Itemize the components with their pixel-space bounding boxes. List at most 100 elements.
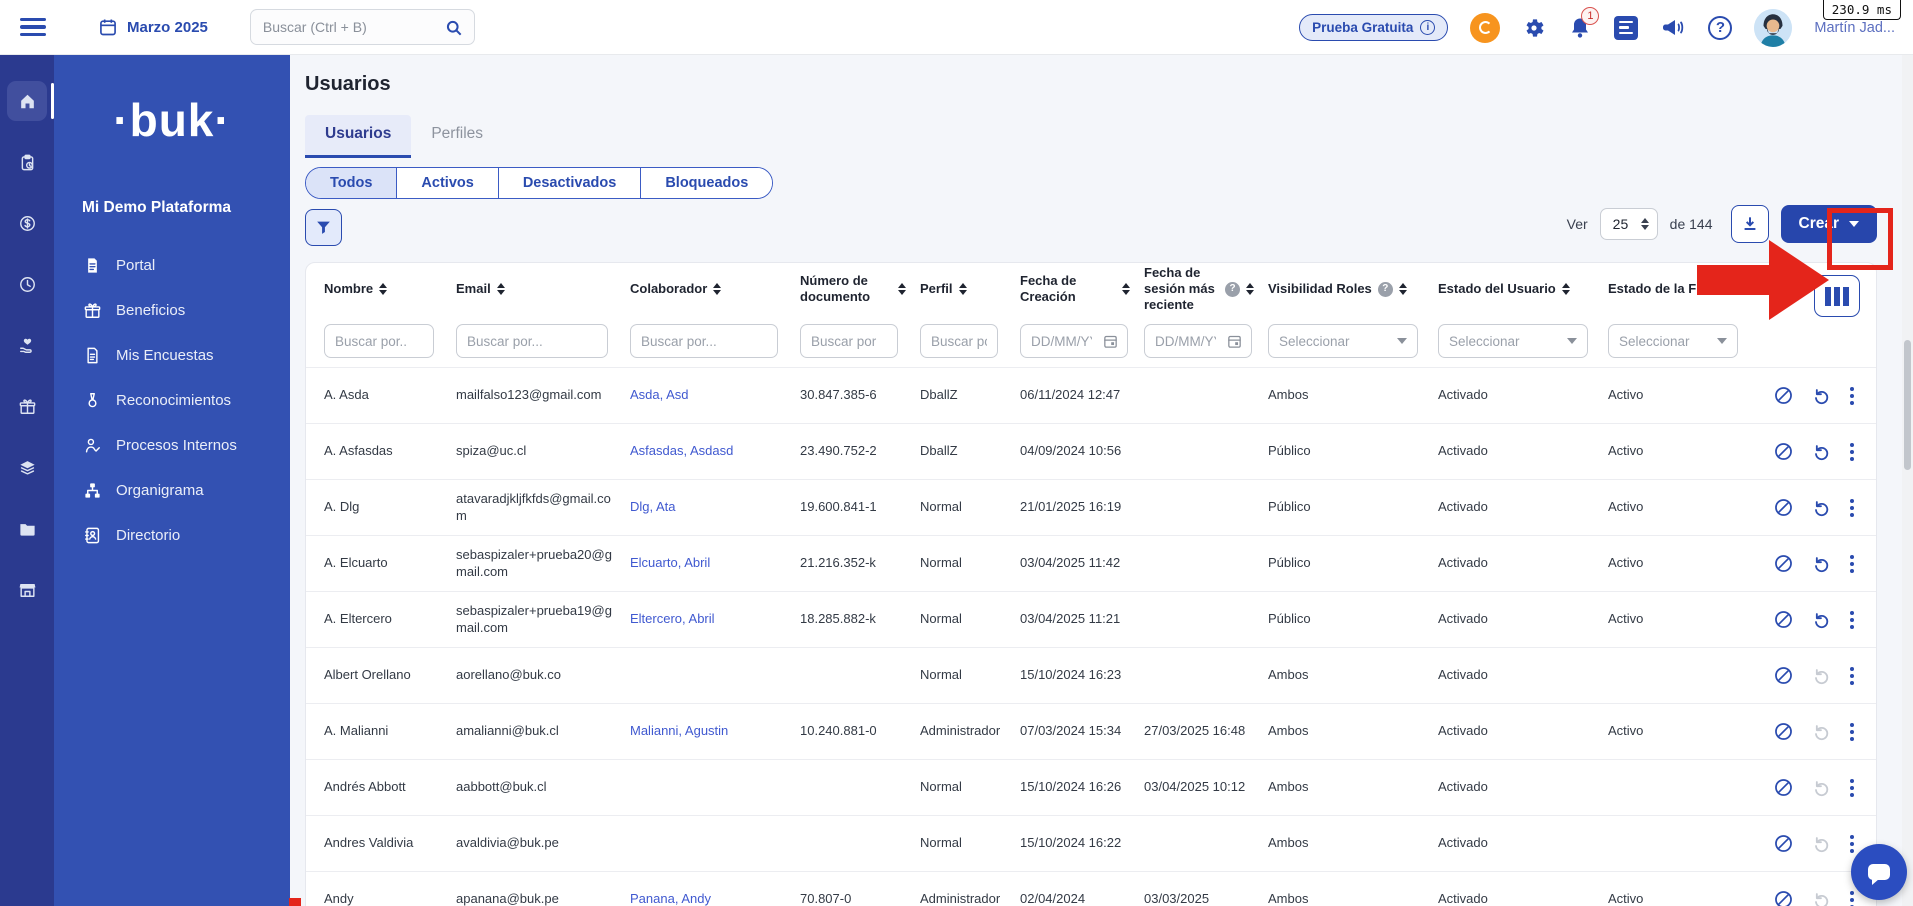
- search-icon[interactable]: [444, 18, 464, 43]
- row-menu-icon[interactable]: [1848, 889, 1856, 906]
- block-user-icon[interactable]: [1773, 553, 1794, 574]
- reset-password-icon[interactable]: [1811, 666, 1831, 686]
- filter-select-10[interactable]: Seleccionar: [1608, 324, 1738, 358]
- column-settings-button[interactable]: [1814, 275, 1860, 317]
- row-menu-icon[interactable]: [1848, 777, 1856, 799]
- chat-fab-button[interactable]: [1851, 844, 1907, 900]
- rail-item-gift[interactable]: [7, 386, 47, 426]
- tab-usuarios[interactable]: Usuarios: [305, 115, 411, 158]
- filter-select-9[interactable]: Seleccionar: [1438, 324, 1588, 358]
- filter-date-7[interactable]: DD/MM/YYYY: [1144, 324, 1252, 358]
- sort-icon[interactable]: [1728, 283, 1736, 295]
- sort-icon[interactable]: [713, 283, 721, 295]
- filter-activos[interactable]: Activos: [397, 168, 498, 198]
- reset-password-icon[interactable]: [1811, 386, 1831, 406]
- row-menu-icon[interactable]: [1848, 553, 1856, 575]
- sidebar-item-organigrama[interactable]: Organigrama: [54, 468, 290, 513]
- filter-input-2[interactable]: [456, 324, 608, 358]
- column-header-4[interactable]: Número de documento: [800, 273, 920, 306]
- block-user-icon[interactable]: [1773, 721, 1794, 742]
- filter-input-5[interactable]: [920, 324, 998, 358]
- column-header-7[interactable]: Fecha de sesión más reciente?: [1144, 265, 1268, 314]
- sort-icon[interactable]: [379, 283, 387, 295]
- reset-password-icon[interactable]: [1811, 722, 1831, 742]
- cell-colaborador[interactable]: Elcuarto, Abril: [630, 555, 800, 572]
- notifications-bell-icon[interactable]: 1: [1568, 16, 1592, 40]
- download-button[interactable]: [1731, 205, 1769, 243]
- column-header-1[interactable]: Nombre: [324, 281, 456, 297]
- column-header-9[interactable]: Estado del Usuario: [1438, 281, 1608, 297]
- reset-password-icon[interactable]: [1811, 778, 1831, 798]
- cell-colaborador[interactable]: Dlg, Ata: [630, 499, 800, 516]
- filter-todos[interactable]: Todos: [306, 168, 397, 198]
- search-input[interactable]: [251, 19, 474, 35]
- column-header-10[interactable]: Estado de la Ficha: [1608, 281, 1758, 297]
- filter-input-1[interactable]: [324, 324, 434, 358]
- cell-colaborador[interactable]: Asfasdas, Asdasd: [630, 443, 800, 460]
- filter-bloqueados[interactable]: Bloqueados: [641, 168, 772, 198]
- block-user-icon[interactable]: [1773, 777, 1794, 798]
- sort-icon[interactable]: [1399, 283, 1407, 295]
- rail-item-hand-heart[interactable]: [7, 325, 47, 365]
- reset-password-icon[interactable]: [1811, 554, 1831, 574]
- sort-icon[interactable]: [898, 283, 906, 295]
- column-header-6[interactable]: Fecha de Creación: [1020, 273, 1144, 306]
- block-user-icon[interactable]: [1773, 497, 1794, 518]
- sidebar-item-procesos-internos[interactable]: Procesos Internos: [54, 423, 290, 468]
- row-menu-icon[interactable]: [1848, 497, 1856, 519]
- block-user-icon[interactable]: [1773, 609, 1794, 630]
- cell-colaborador[interactable]: Asda, Asd: [630, 387, 800, 404]
- page-size-select[interactable]: 25: [1600, 208, 1658, 240]
- sort-icon[interactable]: [497, 283, 505, 295]
- reset-password-icon[interactable]: [1811, 498, 1831, 518]
- row-menu-icon[interactable]: [1848, 441, 1856, 463]
- row-menu-icon[interactable]: [1848, 721, 1856, 743]
- sidebar-item-reconocimientos[interactable]: Reconocimientos: [54, 378, 290, 423]
- block-user-icon[interactable]: [1773, 889, 1794, 906]
- sidebar-item-directorio[interactable]: Directorio: [54, 513, 290, 558]
- hamburger-menu-icon[interactable]: [20, 18, 46, 36]
- row-menu-icon[interactable]: [1848, 833, 1856, 855]
- sidebar-item-mis-encuestas[interactable]: Mis Encuestas: [54, 333, 290, 378]
- trial-button[interactable]: Prueba Gratuita i: [1299, 14, 1448, 41]
- sidebar-item-portal[interactable]: Portal: [54, 243, 290, 288]
- tab-perfiles[interactable]: Perfiles: [411, 115, 503, 158]
- create-button[interactable]: Crear: [1781, 205, 1878, 243]
- scrollbar-thumb[interactable]: [1904, 340, 1911, 470]
- filter-input-4[interactable]: [800, 324, 898, 358]
- rail-item-store[interactable]: [7, 569, 47, 609]
- settings-gear-icon[interactable]: [1522, 16, 1546, 40]
- block-user-icon[interactable]: [1773, 441, 1794, 462]
- reset-password-icon[interactable]: [1811, 610, 1831, 630]
- period-selector[interactable]: Marzo 2025: [98, 17, 208, 37]
- sort-icon[interactable]: [1562, 283, 1570, 295]
- filter-select-8[interactable]: Seleccionar: [1268, 324, 1418, 358]
- rail-item-money[interactable]: [7, 203, 47, 243]
- row-menu-icon[interactable]: [1848, 609, 1856, 631]
- orange-app-icon[interactable]: [1470, 13, 1500, 43]
- sort-icon[interactable]: [1122, 283, 1130, 295]
- column-header-2[interactable]: Email: [456, 281, 630, 297]
- rail-item-clipboard-clock[interactable]: [7, 142, 47, 182]
- sort-icon[interactable]: [959, 283, 967, 295]
- block-user-icon[interactable]: [1773, 665, 1794, 686]
- filter-desactivados[interactable]: Desactivados: [499, 168, 642, 198]
- cell-colaborador[interactable]: Eltercero, Abril: [630, 611, 800, 628]
- announcements-megaphone-icon[interactable]: [1660, 16, 1686, 40]
- reset-password-icon[interactable]: [1811, 442, 1831, 462]
- page-scrollbar[interactable]: [1902, 55, 1913, 906]
- column-header-5[interactable]: Perfil: [920, 281, 1020, 297]
- rail-item-home[interactable]: [7, 81, 47, 121]
- filter-input-3[interactable]: [630, 324, 778, 358]
- sort-icon[interactable]: [1246, 283, 1254, 295]
- tasks-document-icon[interactable]: [1614, 16, 1638, 40]
- column-header-3[interactable]: Colaborador: [630, 281, 800, 297]
- row-menu-icon[interactable]: [1848, 385, 1856, 407]
- filter-date-6[interactable]: DD/MM/YYYY: [1020, 324, 1128, 358]
- user-name[interactable]: Martín Jad...: [1814, 20, 1895, 36]
- global-search[interactable]: [250, 9, 475, 45]
- avatar[interactable]: [1754, 9, 1792, 47]
- block-user-icon[interactable]: [1773, 385, 1794, 406]
- reset-password-icon[interactable]: [1811, 834, 1831, 854]
- row-menu-icon[interactable]: [1848, 665, 1856, 687]
